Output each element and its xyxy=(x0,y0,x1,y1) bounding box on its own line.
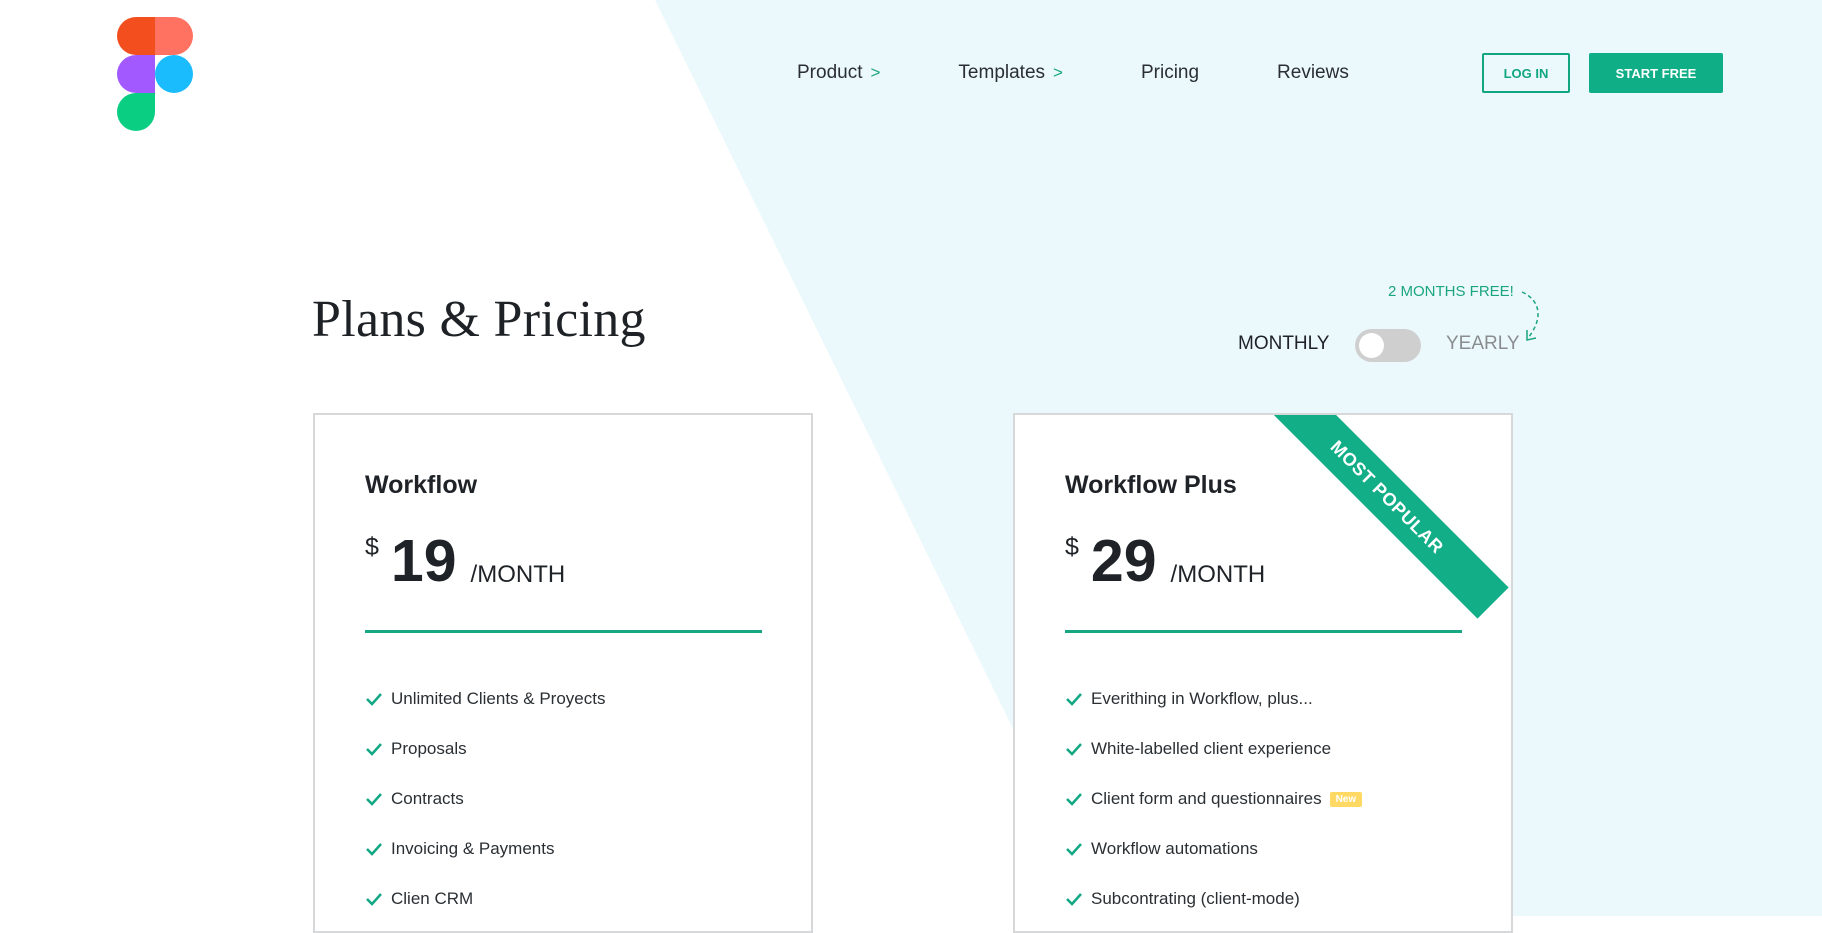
divider xyxy=(365,630,762,633)
nav-item-label: Reviews xyxy=(1277,62,1349,83)
list-item: Clien CRM xyxy=(365,874,605,924)
nav-item-reviews[interactable]: Reviews xyxy=(1277,60,1349,86)
feature-list: Everithing in Workflow, plus... White-la… xyxy=(1065,674,1363,924)
nav-item-templates[interactable]: Templates > xyxy=(958,60,1063,86)
promo-label: 2 MONTHS FREE! xyxy=(1388,283,1514,300)
feature-label: Clien CRM xyxy=(391,889,474,908)
start-free-button[interactable]: START FREE xyxy=(1589,53,1723,93)
divider xyxy=(1065,630,1462,633)
check-icon xyxy=(1066,743,1082,756)
feature-list: Unlimited Clients & Proyects Proposals C… xyxy=(365,674,605,924)
check-icon xyxy=(1066,893,1082,906)
nav-item-label: Product xyxy=(797,62,863,83)
list-item: White-labelled client experience xyxy=(1065,724,1362,774)
chevron-right-icon: > xyxy=(1053,63,1063,82)
feature-label: Invoicing & Payments xyxy=(391,839,555,858)
price-currency: $ xyxy=(365,533,379,561)
nav-item-label: Pricing xyxy=(1140,62,1200,83)
feature-label: Unlimited Clients & Proyects xyxy=(391,689,606,708)
curved-arrow-icon xyxy=(1521,291,1539,341)
check-icon xyxy=(366,693,382,706)
login-button[interactable]: LOG IN xyxy=(1482,53,1570,93)
feature-label: Subcontrating (client-mode) xyxy=(1091,889,1300,908)
toggle-knob xyxy=(1359,333,1384,358)
list-item: Contracts xyxy=(365,774,605,824)
page-title: Plans & Pricing xyxy=(312,291,646,348)
plan-price: $ 29 /MONTH xyxy=(1065,527,1265,595)
feature-label: Workflow automations xyxy=(1091,839,1258,858)
check-icon xyxy=(366,843,382,856)
plan-price: $ 19 /MONTH xyxy=(365,527,565,595)
price-period: /MONTH xyxy=(1170,561,1266,588)
nav-item-label: Templates xyxy=(958,62,1046,83)
feature-label: Contracts xyxy=(391,789,464,808)
list-item: Invoicing & Payments xyxy=(365,824,605,874)
list-item: Proposals xyxy=(365,724,605,774)
feature-label: Everithing in Workflow, plus... xyxy=(1091,689,1313,708)
check-icon xyxy=(366,893,382,906)
price-amount: 19 xyxy=(390,528,457,594)
hero-background xyxy=(655,0,1822,916)
price-currency: $ xyxy=(1065,533,1079,561)
list-item: Unlimited Clients & Proyects xyxy=(365,674,605,724)
list-item: Everithing in Workflow, plus... xyxy=(1065,674,1362,724)
check-icon xyxy=(366,743,382,756)
list-item: Client form and questionnaires New xyxy=(1065,774,1363,824)
new-badge: New xyxy=(1329,791,1363,807)
check-icon xyxy=(1066,693,1082,706)
nav-item-product[interactable]: Product > xyxy=(797,60,880,86)
monthly-label[interactable]: MONTHLY xyxy=(1238,333,1329,355)
price-amount: 29 xyxy=(1090,528,1157,594)
list-item: Subcontrating (client-mode) xyxy=(1065,874,1362,924)
feature-label: Proposals xyxy=(391,739,467,758)
price-period: /MONTH xyxy=(470,561,566,588)
check-icon xyxy=(1066,793,1082,806)
check-icon xyxy=(1066,843,1082,856)
figma-logo-icon[interactable] xyxy=(117,17,193,131)
list-item: Workflow automations xyxy=(1065,824,1362,874)
yearly-label[interactable]: YEARLY xyxy=(1446,333,1520,355)
feature-label: White-labelled client experience xyxy=(1091,739,1332,758)
plan-card-workflow-plus: MOST POPULAR Workflow Plus $ 29 /MONTH E… xyxy=(1013,413,1513,933)
feature-label: Client form and questionnaires xyxy=(1091,789,1322,808)
chevron-right-icon: > xyxy=(870,63,881,82)
main-nav: Product > Templates > Pricing Reviews xyxy=(797,60,1349,86)
check-icon xyxy=(366,793,382,806)
nav-item-pricing[interactable]: Pricing xyxy=(1141,60,1199,86)
plan-name: Workflow Plus xyxy=(1065,471,1237,499)
most-popular-ribbon: MOST POPULAR xyxy=(1265,415,1509,619)
plan-card-workflow: Workflow $ 19 /MONTH Unlimited Clients &… xyxy=(313,413,813,933)
plan-name: Workflow xyxy=(365,471,478,499)
billing-toggle[interactable] xyxy=(1355,329,1421,362)
